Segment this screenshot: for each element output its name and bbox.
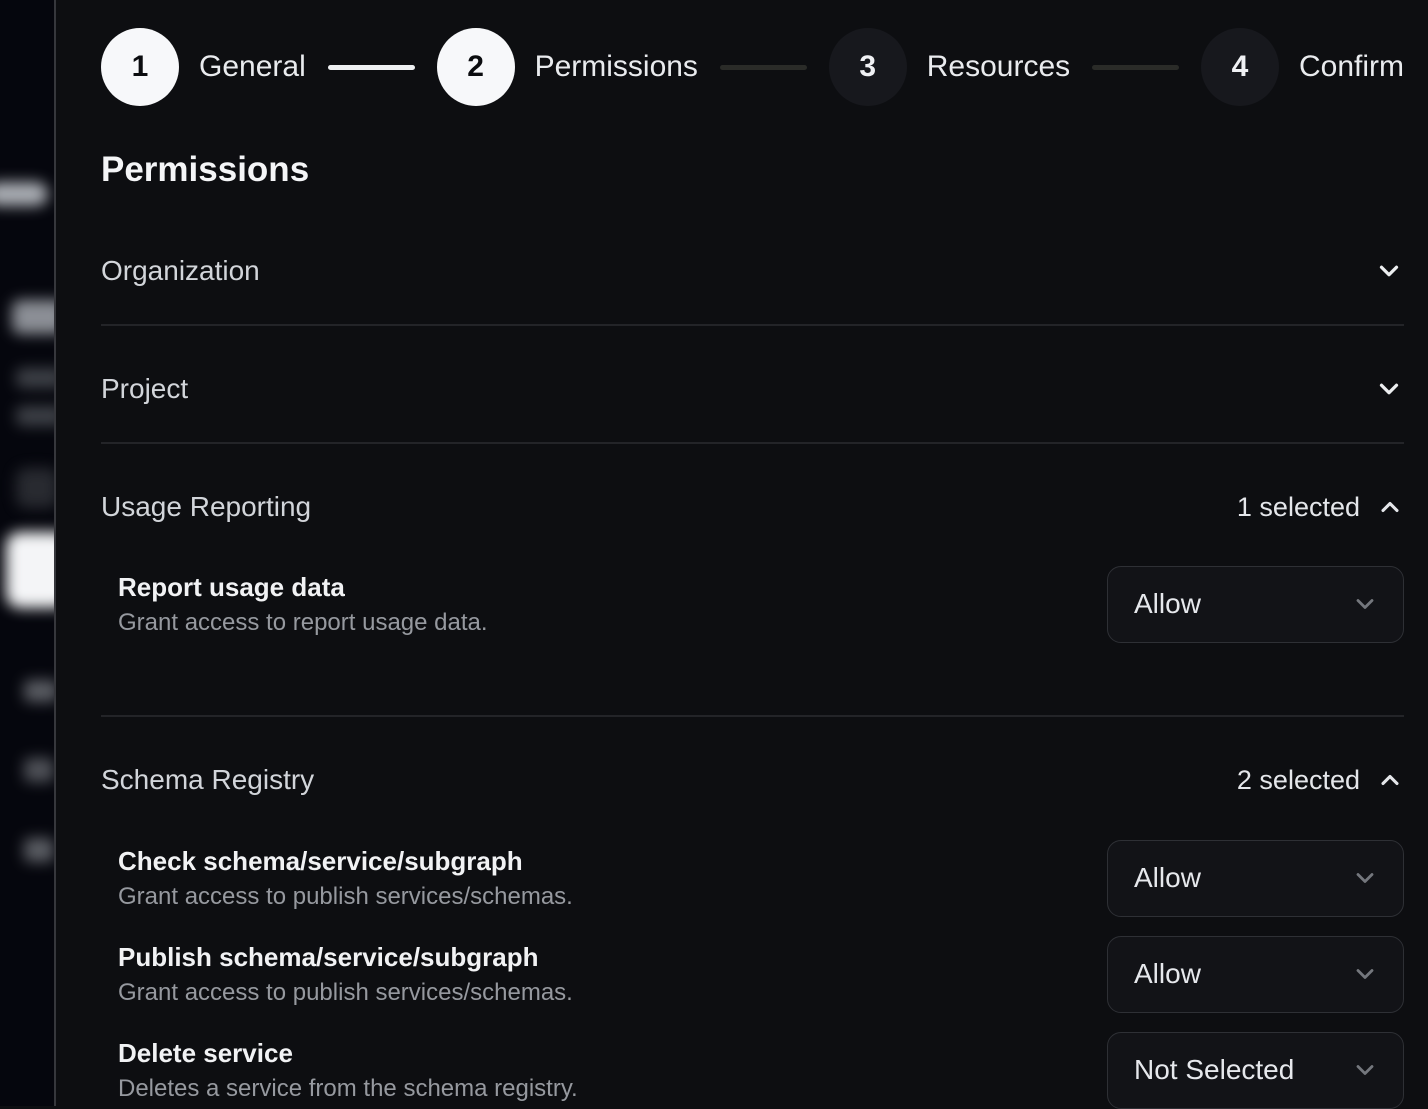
chevron-down-icon xyxy=(1351,960,1379,988)
page-title: Permissions xyxy=(101,150,1404,190)
chevron-down-icon xyxy=(1351,590,1379,618)
section-project-header[interactable]: Project xyxy=(101,368,1404,410)
background-sidebar xyxy=(0,0,54,1106)
selected-count-badge: 1 selected xyxy=(1237,492,1360,523)
step-permissions-label: Permissions xyxy=(535,50,698,84)
step-general-number: 1 xyxy=(101,28,179,106)
permission-title: Delete service xyxy=(118,1036,578,1070)
sidebar-blur-fragment xyxy=(16,468,54,508)
permission-select-value: Allow xyxy=(1134,958,1201,990)
step-confirm-number: 4 xyxy=(1201,28,1279,106)
sidebar-blur-active-item xyxy=(6,532,54,608)
permission-description: Grant access to publish services/schemas… xyxy=(118,881,573,913)
section-schema-registry-title: Schema Registry xyxy=(101,764,314,796)
sidebar-blur-fragment xyxy=(16,368,54,388)
sidebar-blur-fragment xyxy=(24,758,54,782)
permission-row-publish-schema: Publish schema/service/subgraph Grant ac… xyxy=(118,936,1404,1012)
permission-select-publish-schema[interactable]: Allow xyxy=(1107,936,1404,1013)
step-general-label: General xyxy=(199,50,306,84)
section-usage-reporting: Usage Reporting 1 selected Report usage … xyxy=(101,444,1404,715)
sidebar-blur-fragment xyxy=(24,838,54,862)
step-confirm[interactable]: 4 Confirm xyxy=(1201,28,1404,106)
step-general[interactable]: 1 General xyxy=(101,28,306,106)
permission-row-check-schema: Check schema/service/subgraph Grant acce… xyxy=(118,840,1404,916)
step-permissions-number: 2 xyxy=(437,28,515,106)
permission-list: Report usage data Grant access to report… xyxy=(101,566,1404,642)
section-organization-header[interactable]: Organization xyxy=(101,250,1404,292)
stepper-connector xyxy=(1092,65,1179,70)
step-resources-label: Resources xyxy=(927,50,1070,84)
section-usage-reporting-header[interactable]: Usage Reporting 1 selected xyxy=(101,486,1404,528)
chevron-down-icon xyxy=(1351,1056,1379,1084)
permission-select-check-schema[interactable]: Allow xyxy=(1107,840,1404,917)
step-resources[interactable]: 3 Resources xyxy=(829,28,1070,106)
permission-select-value: Allow xyxy=(1134,588,1201,620)
permission-description: Grant access to report usage data. xyxy=(118,607,488,639)
permission-select-report-usage-data[interactable]: Allow xyxy=(1107,566,1404,643)
access-token-wizard-panel: 1 General 2 Permissions 3 Resources 4 Co… xyxy=(56,0,1428,1106)
sidebar-blur-fragment xyxy=(12,300,54,334)
chevron-up-icon xyxy=(1376,493,1404,521)
section-project: Project xyxy=(101,326,1404,442)
permission-select-value: Allow xyxy=(1134,862,1201,894)
chevron-down-icon xyxy=(1374,374,1404,404)
permission-list: Check schema/service/subgraph Grant acce… xyxy=(101,840,1404,1108)
permission-title: Report usage data xyxy=(118,570,488,604)
permission-row-delete-service: Delete service Deletes a service from th… xyxy=(118,1032,1404,1108)
sidebar-blur-fragment xyxy=(24,680,54,702)
permission-description: Grant access to publish services/schemas… xyxy=(118,977,573,1009)
stepper-connector xyxy=(720,65,807,70)
sidebar-blur-fragment xyxy=(0,182,48,206)
chevron-up-icon xyxy=(1376,766,1404,794)
chevron-down-icon xyxy=(1374,256,1404,286)
permission-row-report-usage-data: Report usage data Grant access to report… xyxy=(118,566,1404,642)
chevron-down-icon xyxy=(1351,864,1379,892)
section-usage-reporting-title: Usage Reporting xyxy=(101,491,311,523)
section-project-title: Project xyxy=(101,373,188,405)
sidebar-blur-fragment xyxy=(16,406,54,426)
stepper-connector xyxy=(328,65,415,70)
section-schema-registry-header[interactable]: Schema Registry 2 selected xyxy=(101,759,1404,801)
step-permissions[interactable]: 2 Permissions xyxy=(437,28,698,106)
section-schema-registry: Schema Registry 2 selected Check schema/… xyxy=(101,717,1404,1108)
section-organization: Organization xyxy=(101,190,1404,324)
selected-count-badge: 2 selected xyxy=(1237,765,1360,796)
permission-select-delete-service[interactable]: Not Selected xyxy=(1107,1032,1404,1109)
step-resources-number: 3 xyxy=(829,28,907,106)
permission-description: Deletes a service from the schema regist… xyxy=(118,1073,578,1105)
permission-title: Check schema/service/subgraph xyxy=(118,844,573,878)
wizard-stepper: 1 General 2 Permissions 3 Resources 4 Co… xyxy=(101,28,1404,106)
step-confirm-label: Confirm xyxy=(1299,50,1404,84)
section-organization-title: Organization xyxy=(101,255,260,287)
permission-select-value: Not Selected xyxy=(1134,1054,1294,1086)
permission-title: Publish schema/service/subgraph xyxy=(118,940,573,974)
